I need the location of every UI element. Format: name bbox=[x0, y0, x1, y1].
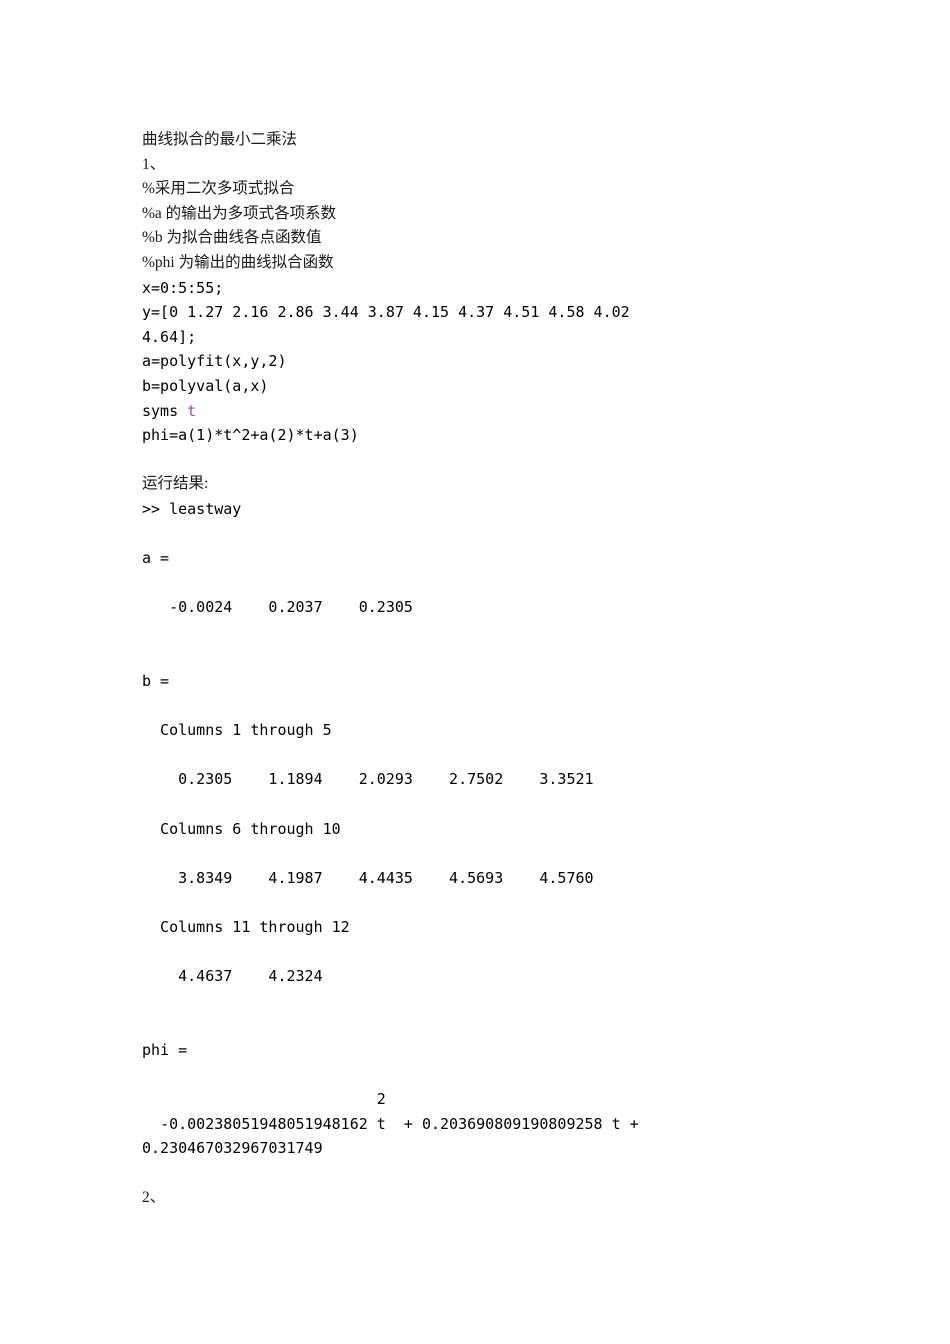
section-2-marker: 2、 bbox=[142, 1188, 166, 1206]
output-a-values: -0.0024 0.2037 0.2305 bbox=[142, 598, 413, 617]
section-1-marker: 1、 bbox=[142, 155, 166, 173]
matlab-prompt-line: >> leastway bbox=[142, 499, 242, 518]
output-b-group-2-header: Columns 6 through 10 bbox=[142, 819, 341, 838]
phi-exponent-line: 2 bbox=[142, 1090, 386, 1109]
output-b-group-1-header: Columns 1 through 5 bbox=[142, 721, 332, 740]
code-comment-3: %b 为拟合曲线各点函数值 bbox=[142, 229, 322, 247]
output-b-group-1-values: 0.2305 1.1894 2.0293 2.7502 3.3521 bbox=[142, 770, 594, 789]
document-title: 曲线拟合的最小二乘法 bbox=[142, 131, 298, 148]
code-line-y-part2: 4.64]; bbox=[142, 327, 197, 346]
code-line-syms: syms t bbox=[142, 399, 842, 424]
phi-expression-line-2: 0.230467032967031749 bbox=[142, 1139, 323, 1158]
code-comment-4: %phi 为输出的曲线拟合函数 bbox=[142, 253, 334, 271]
code-comment-2: %a 的输出为多项式各项系数 bbox=[142, 204, 337, 222]
code-line-x: x=0:5:55; bbox=[142, 278, 224, 297]
symbolic-variable-t: t bbox=[187, 401, 197, 420]
output-phi-label: phi = bbox=[142, 1040, 188, 1059]
code-line-polyval: b=polyval(a,x) bbox=[142, 376, 269, 395]
code-line-polyfit: a=polyfit(x,y,2) bbox=[142, 352, 287, 371]
output-b-group-3-header: Columns 11 through 12 bbox=[142, 918, 350, 936]
code-comment-1: %采用二次多项式拟合 bbox=[142, 180, 295, 198]
results-heading: 运行结果: bbox=[142, 475, 209, 493]
output-b-group-2-values: 3.8349 4.1987 4.4435 4.5693 4.5760 bbox=[142, 868, 594, 887]
phi-expression-line-1: -0.00238051948051948162 t + 0.2036908091… bbox=[142, 1114, 639, 1133]
syms-keyword: syms bbox=[142, 401, 188, 420]
document-body: 曲线拟合的最小二乘法 1、 %采用二次多项式拟合 %a 的输出为多项式各项系数 … bbox=[142, 128, 842, 1210]
output-b-group-3-values: 4.4637 4.2324 bbox=[142, 967, 323, 986]
output-b-label: b = bbox=[142, 672, 170, 691]
output-a-label: a = bbox=[142, 549, 170, 568]
code-line-y-part1: y=[0 1.27 2.16 2.86 3.44 3.87 4.15 4.37 … bbox=[142, 303, 630, 322]
code-line-phi: phi=a(1)*t^2+a(2)*t+a(3) bbox=[142, 426, 359, 445]
